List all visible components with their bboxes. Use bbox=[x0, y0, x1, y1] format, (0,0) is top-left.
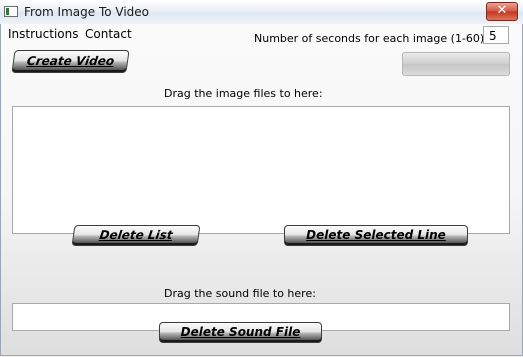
app-window-icon bbox=[4, 6, 18, 17]
delete-list-button[interactable]: Delete List bbox=[71, 225, 201, 246]
image-file-list[interactable] bbox=[12, 106, 510, 234]
close-icon: ✕ bbox=[496, 3, 508, 18]
title-bar: From Image To Video ✕ bbox=[0, 0, 523, 25]
delete-sound-file-button[interactable]: Delete Sound File bbox=[159, 322, 322, 343]
create-video-button[interactable]: Create Video bbox=[11, 50, 130, 73]
main-window: Instructions Contact Number of seconds f… bbox=[0, 24, 523, 356]
menu-contact[interactable]: Contact bbox=[85, 27, 132, 41]
menu-instructions[interactable]: Instructions bbox=[8, 27, 78, 41]
image-drop-label: Drag the image files to here: bbox=[164, 87, 323, 100]
sound-drop-label: Drag the sound file to here: bbox=[164, 287, 316, 300]
seconds-label: Number of seconds for each image (1-60): bbox=[254, 32, 488, 45]
window-title: From Image To Video bbox=[24, 5, 150, 19]
seconds-input[interactable]: 5 bbox=[483, 26, 509, 44]
delete-selected-line-button[interactable]: Delete Selected Line bbox=[284, 225, 468, 246]
progress-bar bbox=[402, 52, 510, 76]
close-button[interactable]: ✕ bbox=[486, 2, 518, 21]
